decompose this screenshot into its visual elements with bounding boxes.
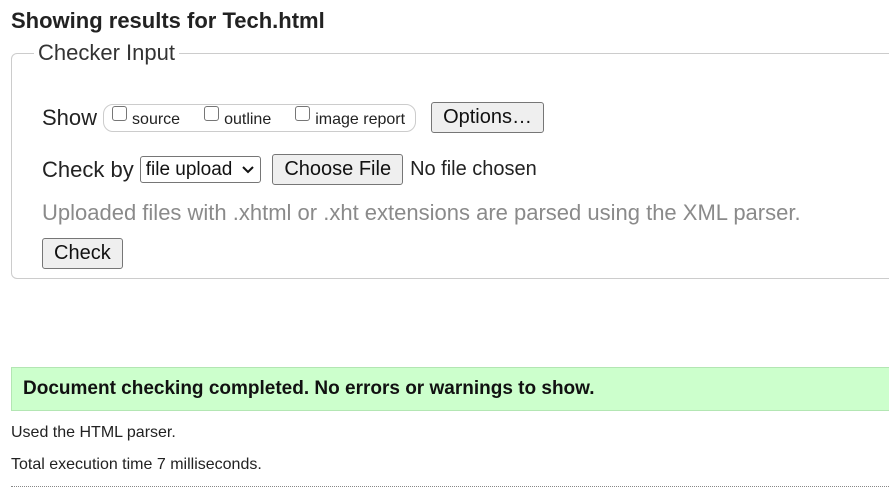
success-message: Document checking completed. No errors o… (23, 378, 595, 399)
success-message-box: Document checking completed. No errors o… (11, 367, 889, 411)
checker-input-fieldset: Checker Input Show source outline image … (11, 41, 889, 279)
check-by-select[interactable]: file upload (139, 156, 262, 183)
check-button[interactable]: Check (42, 238, 123, 269)
source-checkbox-label: source (132, 110, 181, 128)
show-outline-option[interactable]: outline (204, 106, 272, 128)
show-label: Show (42, 104, 98, 130)
outline-checkbox-label: outline (224, 110, 272, 128)
execution-time: Total execution time 7 milliseconds. (11, 456, 262, 473)
choose-file-button[interactable]: Choose File (272, 154, 404, 185)
xml-parser-note: Uploaded files with .xhtml or .xht exten… (42, 200, 801, 225)
check-by-label: Check by (42, 156, 134, 182)
image-report-checkbox[interactable] (295, 106, 311, 121)
outline-checkbox[interactable] (204, 106, 220, 121)
options-button[interactable]: Options… (431, 102, 544, 133)
page-title: Showing results for Tech.html (11, 8, 325, 33)
check-by-row: Check by file upload Choose File No file… (42, 154, 537, 185)
show-row: Show source outline image report Options… (42, 102, 544, 133)
show-image-report-option[interactable]: image report (295, 106, 406, 128)
source-checkbox[interactable] (112, 106, 128, 121)
file-status-text: No file chosen (410, 158, 537, 180)
checker-input-legend: Checker Input (34, 41, 179, 65)
chevron-down-icon (242, 165, 255, 173)
bottom-divider (11, 486, 889, 487)
parser-info: Used the HTML parser. (11, 424, 176, 441)
image-report-checkbox-label: image report (315, 110, 406, 128)
show-options-group: source outline image report (103, 103, 417, 132)
show-source-option[interactable]: source (112, 106, 181, 128)
check-by-selected-value: file upload (145, 158, 233, 180)
